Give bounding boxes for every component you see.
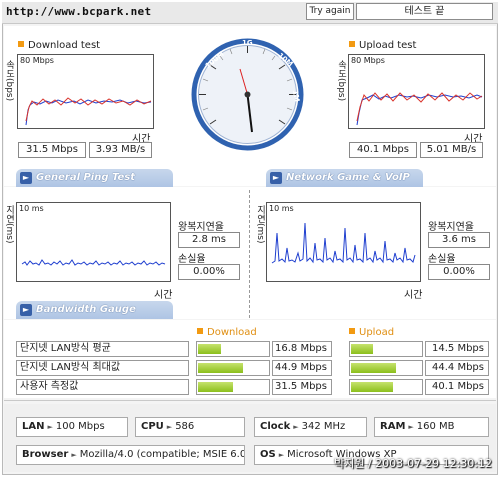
- panel-divider: [249, 190, 250, 318]
- download-level-bar: [196, 360, 270, 376]
- arrow-icon: ►: [47, 423, 53, 431]
- ping-loss-label: 손실율: [178, 254, 206, 265]
- game-rtt-value: 3.6 ms: [428, 232, 490, 248]
- download-ylabel: 속도(bps): [4, 60, 14, 102]
- ram-info: RAM ► 160 MB: [374, 417, 489, 437]
- end-test-button[interactable]: 테스트 끝: [356, 3, 493, 20]
- bullet-icon: [197, 328, 203, 334]
- upload-level-fill: [351, 363, 396, 373]
- upload-level-fill: [351, 382, 393, 392]
- lan-info: LAN ► 100 Mbps: [16, 417, 128, 437]
- bandwidth-row-label: 단지넷 LAN방식 평균: [16, 341, 189, 357]
- site-url: http://www.bcpark.net: [6, 5, 152, 18]
- download-level-fill: [198, 363, 243, 373]
- bandwidth-row-label: 단지넷 LAN방식 최대값: [16, 360, 189, 376]
- download-graph: 80 Mbps: [17, 54, 154, 129]
- separator: [4, 400, 496, 401]
- upload-mbps-value: 40.1 Mbps: [349, 142, 417, 158]
- upload-mbs-value: 5.01 MB/s: [420, 142, 483, 158]
- upload-ylabel: 속도(bps): [336, 60, 346, 102]
- download-level-bar: [196, 341, 270, 357]
- bandwidth-download-title: Download: [197, 327, 257, 338]
- download-mbps-value: 31.5 Mbps: [18, 142, 86, 158]
- download-speed-value: 16.8 Mbps: [272, 341, 332, 357]
- game-graph: 10 ms: [266, 202, 421, 282]
- tab-general-ping[interactable]: ► General Ping Test: [16, 169, 173, 187]
- game-rtt-label: 왕복지연율: [428, 222, 474, 233]
- game-xlabel: 시간: [404, 290, 423, 301]
- bullet-icon: [18, 41, 24, 47]
- arrow-icon: ►: [20, 304, 32, 316]
- download-speed-value: 31.5 Mbps: [272, 379, 332, 395]
- download-level-fill: [198, 344, 221, 354]
- ping-loss-value: 0.00%: [178, 264, 240, 280]
- upload-speed-value: 40.1 Mbps: [425, 379, 489, 395]
- arrow-icon: ►: [270, 172, 282, 184]
- arrow-icon: ►: [166, 423, 173, 431]
- download-test-title: Download test: [18, 40, 100, 51]
- upload-speed-value: 44.4 Mbps: [425, 360, 489, 376]
- download-level-bar: [196, 379, 270, 395]
- download-speed-value: 44.9 Mbps: [272, 360, 332, 376]
- download-level-fill: [198, 382, 233, 392]
- arrow-icon: ►: [20, 172, 32, 184]
- upload-level-fill: [351, 344, 373, 354]
- arrow-icon: ►: [408, 423, 414, 431]
- game-loss-label: 손실율: [428, 254, 456, 265]
- tab-bandwidth-gauge[interactable]: ► Bandwidth Gauge: [16, 301, 173, 319]
- download-mbs-value: 3.93 MB/s: [89, 142, 152, 158]
- timestamp-stamp: 박지원 / 2003-07-29 12:30:12: [334, 457, 492, 470]
- upload-level-bar: [349, 379, 423, 395]
- arrow-icon: ►: [278, 451, 285, 459]
- gauge-label-1g: 1G: [242, 39, 253, 47]
- game-loss-value: 0.00%: [428, 264, 490, 280]
- ping-rtt-value: 2.8 ms: [178, 232, 240, 248]
- bandwidth-row-label: 사용자 측정값: [16, 379, 189, 395]
- ping-ylabel: 지연(ms): [4, 205, 14, 244]
- upload-level-bar: [349, 341, 423, 357]
- upload-speed-value: 14.5 Mbps: [425, 341, 489, 357]
- arrow-icon: ►: [71, 451, 77, 459]
- speed-gauge: 100M 1G 10M 1M: [190, 37, 305, 152]
- cpu-info: CPU ► 586: [135, 417, 245, 437]
- bandwidth-upload-title: Upload: [349, 327, 394, 338]
- tab-network-game-voip[interactable]: ►Network Game & VoIP Test: [266, 169, 423, 201]
- upload-graph: 80 Mbps: [348, 54, 485, 129]
- bullet-icon: [349, 328, 355, 334]
- clock-info: Clock ► 342 MHz: [254, 417, 367, 437]
- bullet-icon: [349, 41, 355, 47]
- arrow-icon: ►: [293, 423, 299, 431]
- ping-rtt-label: 왕복지연율: [178, 222, 224, 233]
- ping-graph: 10 ms: [16, 202, 171, 282]
- upload-level-bar: [349, 360, 423, 376]
- ping-xlabel: 시간: [154, 290, 173, 301]
- try-again-button[interactable]: Try again: [306, 3, 354, 20]
- browser-info: Browser ► Mozilla/4.0 (compatible; MSIE 6.…: [16, 445, 245, 465]
- upload-test-title: Upload test: [349, 40, 416, 51]
